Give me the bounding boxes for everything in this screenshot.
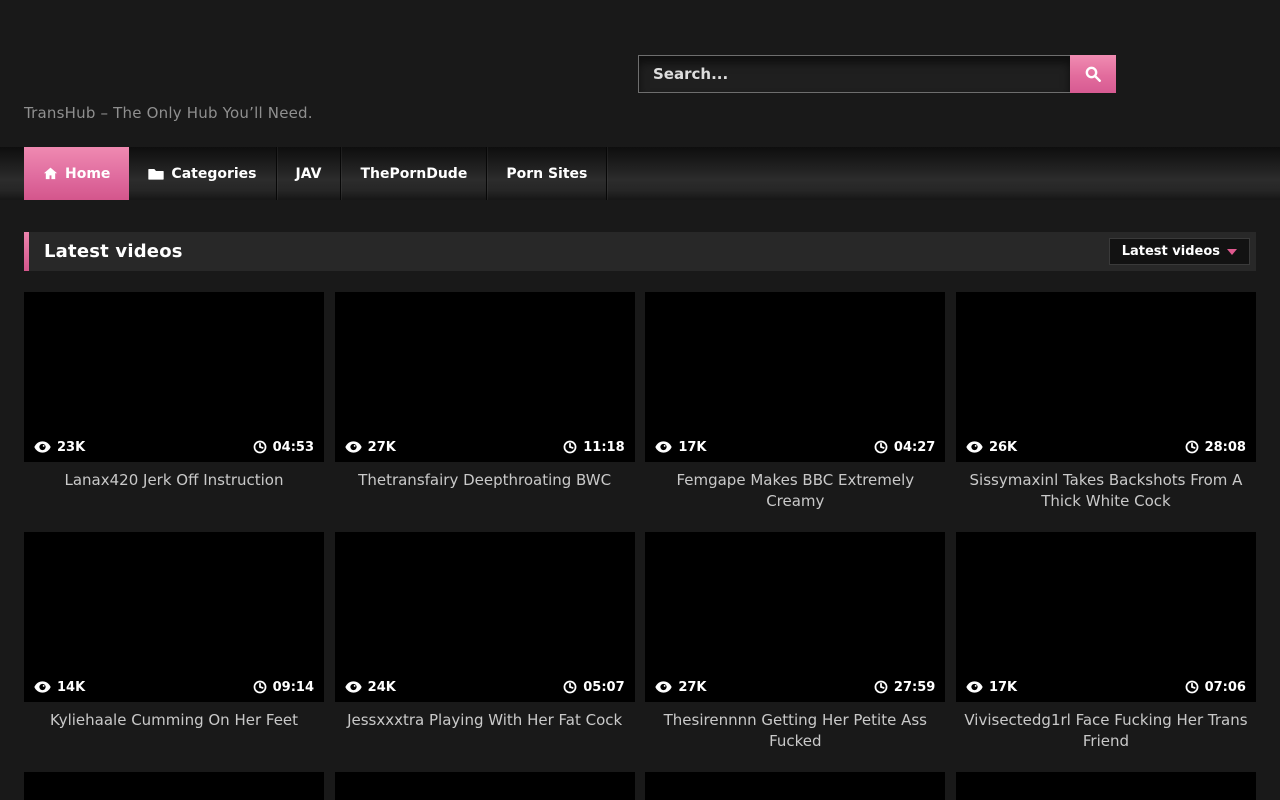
video-card[interactable]: 27K 11:18 Thetransfairy Deepthroating BW… (335, 292, 635, 512)
video-thumbnail[interactable] (645, 772, 945, 800)
video-card[interactable]: 17K 07:06 Vivisectedg1rl Face Fucking He… (956, 532, 1256, 752)
eye-icon (345, 441, 362, 453)
video-duration: 07:06 (1185, 680, 1246, 695)
home-icon (43, 166, 58, 181)
sort-dropdown[interactable]: Latest videos (1109, 238, 1250, 265)
video-thumbnail[interactable]: 27K 27:59 (645, 532, 945, 702)
search-input[interactable] (638, 55, 1070, 93)
video-views: 27K (345, 440, 396, 455)
site-tagline: TransHub – The Only Hub You’ll Need. (24, 104, 313, 122)
eye-icon (966, 441, 983, 453)
video-stats-bar: 27K 11:18 (335, 432, 635, 462)
video-thumbnail[interactable]: 17K 04:27 (645, 292, 945, 462)
video-card[interactable] (645, 772, 945, 800)
nav-item-label: Home (65, 166, 110, 182)
nav-item-home[interactable]: Home (24, 147, 129, 200)
video-title[interactable]: Femgape Makes BBC Extremely Creamy (645, 470, 945, 512)
eye-icon (34, 681, 51, 693)
video-duration: 04:27 (874, 440, 935, 455)
video-duration: 27:59 (874, 680, 935, 695)
video-stats-bar: 17K 07:06 (956, 672, 1256, 702)
video-duration: 11:18 (563, 440, 624, 455)
video-card[interactable] (956, 772, 1256, 800)
section-header: Latest videos Latest videos (24, 232, 1256, 271)
section-title: Latest videos (44, 241, 183, 262)
video-thumbnail[interactable]: 23K 04:53 (24, 292, 324, 462)
nav-item-label: JAV (296, 166, 322, 182)
video-card[interactable]: 14K 09:14 Kyliehaale Cumming On Her Feet (24, 532, 324, 752)
nav-item-label: ThePornDude (360, 166, 467, 182)
video-card[interactable] (24, 772, 324, 800)
eye-icon (34, 441, 51, 453)
folder-icon (148, 167, 164, 181)
video-views: 27K (655, 680, 706, 695)
eye-icon (345, 681, 362, 693)
clock-icon (563, 440, 577, 454)
clock-icon (1185, 440, 1199, 454)
search-bar (638, 55, 1116, 93)
video-duration: 05:07 (563, 680, 624, 695)
video-card[interactable]: 27K 27:59 Thesirennnn Getting Her Petite… (645, 532, 945, 752)
video-title[interactable]: Jessxxxtra Playing With Her Fat Cock (335, 710, 635, 752)
video-thumbnail[interactable]: 27K 11:18 (335, 292, 635, 462)
video-title[interactable]: Thetransfairy Deepthroating BWC (335, 470, 635, 512)
search-button[interactable] (1070, 55, 1116, 93)
eye-icon (655, 681, 672, 693)
eye-icon (655, 441, 672, 453)
video-views: 14K (34, 680, 85, 695)
video-card[interactable]: 23K 04:53 Lanax420 Jerk Off Instruction (24, 292, 324, 512)
video-card[interactable]: 26K 28:08 Sissymaxinl Takes Backshots Fr… (956, 292, 1256, 512)
video-card[interactable]: 17K 04:27 Femgape Makes BBC Extremely Cr… (645, 292, 945, 512)
clock-icon (563, 680, 577, 694)
clock-icon (874, 680, 888, 694)
video-card[interactable] (335, 772, 635, 800)
eye-icon (966, 681, 983, 693)
clock-icon (874, 440, 888, 454)
video-card[interactable]: 24K 05:07 Jessxxxtra Playing With Her Fa… (335, 532, 635, 752)
section-accent-bar (24, 232, 29, 271)
video-title[interactable]: Vivisectedg1rl Face Fucking Her Trans Fr… (956, 710, 1256, 752)
video-thumbnail[interactable] (956, 772, 1256, 800)
video-stats-bar: 23K 04:53 (24, 432, 324, 462)
video-title[interactable]: Kyliehaale Cumming On Her Feet (24, 710, 324, 752)
clock-icon (1185, 680, 1199, 694)
video-stats-bar: 17K 04:27 (645, 432, 945, 462)
video-thumbnail[interactable] (24, 772, 324, 800)
video-views: 17K (966, 680, 1017, 695)
clock-icon (253, 440, 267, 454)
video-stats-bar: 26K 28:08 (956, 432, 1256, 462)
video-duration: 04:53 (253, 440, 314, 455)
video-duration: 28:08 (1185, 440, 1246, 455)
video-thumbnail[interactable]: 26K 28:08 (956, 292, 1256, 462)
nav-item-categories[interactable]: Categories (129, 147, 276, 200)
video-title[interactable]: Sissymaxinl Takes Backshots From A Thick… (956, 470, 1256, 512)
video-grid: 23K 04:53 Lanax420 Jerk Off Instruction (24, 292, 1256, 800)
main-navigation: Home Categories JAV ThePornDude Porn Sit… (0, 147, 1280, 200)
search-icon (1084, 65, 1102, 83)
video-stats-bar: 14K 09:14 (24, 672, 324, 702)
nav-item-label: Porn Sites (506, 166, 587, 182)
nav-item-theporndude[interactable]: ThePornDude (341, 147, 487, 200)
video-thumbnail[interactable]: 17K 07:06 (956, 532, 1256, 702)
video-views: 24K (345, 680, 396, 695)
video-stats-bar: 24K 05:07 (335, 672, 635, 702)
video-thumbnail[interactable]: 14K 09:14 (24, 532, 324, 702)
nav-item-label: Categories (171, 166, 256, 182)
nav-item-porn-sites[interactable]: Porn Sites (487, 147, 607, 200)
video-thumbnail[interactable]: 24K 05:07 (335, 532, 635, 702)
video-stats-bar: 27K 27:59 (645, 672, 945, 702)
chevron-down-icon (1227, 249, 1237, 255)
video-views: 23K (34, 440, 85, 455)
video-title[interactable]: Thesirennnn Getting Her Petite Ass Fucke… (645, 710, 945, 752)
video-views: 17K (655, 440, 706, 455)
video-views: 26K (966, 440, 1017, 455)
nav-item-jav[interactable]: JAV (277, 147, 342, 200)
video-title[interactable]: Lanax420 Jerk Off Instruction (24, 470, 324, 512)
clock-icon (253, 680, 267, 694)
sort-dropdown-value: Latest videos (1122, 244, 1220, 259)
video-thumbnail[interactable] (335, 772, 635, 800)
video-duration: 09:14 (253, 680, 314, 695)
